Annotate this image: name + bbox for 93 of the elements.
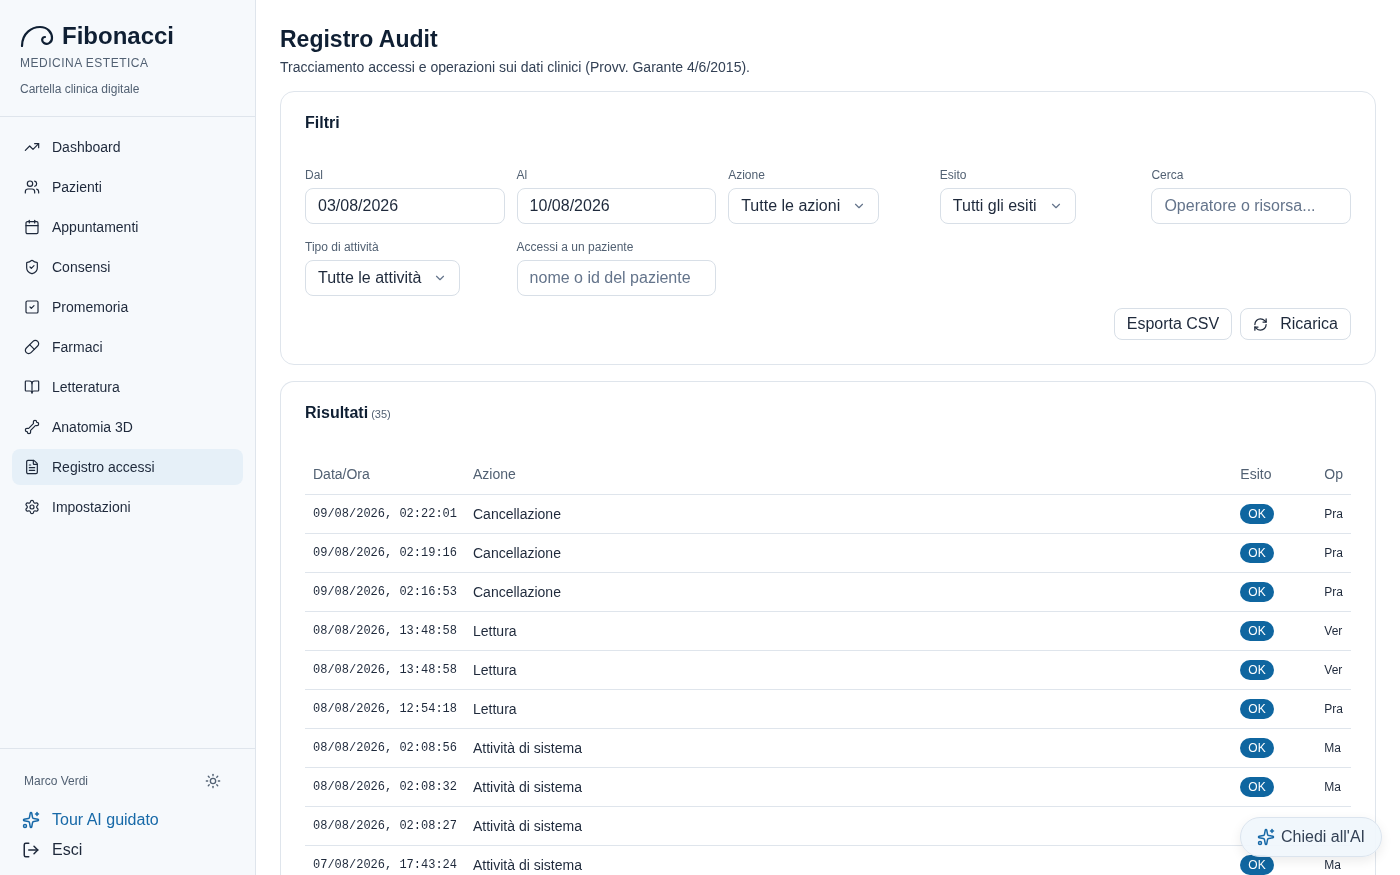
checkbox-icon [24, 299, 40, 315]
table-cell: 09/08/2026, 02:19:16 [305, 534, 465, 573]
table-cell: Cancellazione [465, 495, 1233, 534]
column-header: Esito [1232, 454, 1317, 495]
column-header: Op [1316, 454, 1351, 495]
input-field[interactable]: 10/08/2026 [516, 188, 717, 224]
logout-icon [22, 841, 40, 859]
input-field[interactable]: nome o id del paziente [516, 260, 717, 296]
table-cell: Lettura [465, 651, 1233, 690]
table-cell: Ver [1316, 612, 1351, 651]
nav-item[interactable]: Dashboard [12, 129, 243, 165]
nav-item[interactable]: Appuntamenti [12, 209, 243, 245]
table-cell: 07/08/2026, 17:43:24 [305, 846, 465, 875]
table-cell: 08/08/2026, 13:48:58 [305, 612, 465, 651]
calendar-icon [24, 219, 40, 235]
spiral-logo-icon [20, 25, 54, 47]
table-cell: 09/08/2026, 02:22:01 [305, 495, 465, 534]
tour-link[interactable]: Tour AI guidato [22, 811, 231, 829]
nav-item[interactable]: Letteratura [12, 369, 243, 405]
field-label: Esito [939, 168, 967, 182]
table-cell: Attività di sistema [465, 729, 1233, 768]
status-badge: OK [1240, 543, 1274, 563]
field-label: Tipo di attività [305, 240, 379, 254]
nav-item[interactable]: Consensi [12, 249, 243, 285]
table-cell: 08/08/2026, 02:08:27 [305, 807, 465, 846]
dropdown[interactable]: Tutti gli esiti [939, 188, 1076, 224]
nav-item[interactable]: Impostazioni [12, 489, 243, 525]
table-cell: 08/08/2026, 02:08:56 [305, 729, 465, 768]
nav-item[interactable]: Registro accessi [12, 449, 243, 485]
theme-toggle-icon[interactable] [205, 773, 221, 789]
table-cell: Ma [1316, 729, 1351, 768]
table-cell: Attività di sistema [465, 846, 1233, 875]
brand-tagline: Cartella clinica digitale [20, 82, 141, 96]
table-cell: Attività di sistema [465, 807, 1233, 846]
table-cell: Pra [1316, 690, 1351, 729]
refresh-icon [1253, 316, 1269, 332]
field-label: Accessi a un paziente [516, 240, 634, 254]
column-header: Data/Ora [305, 454, 465, 495]
table-cell: Pra [1316, 534, 1351, 573]
table-cell: 08/08/2026, 12:54:18 [305, 690, 465, 729]
field-label: Al [516, 168, 528, 182]
table-cell: Pra [1316, 495, 1351, 534]
ask-ai-button[interactable]: Chiedi all'AI [1240, 817, 1382, 857]
table-cell: Pra [1316, 573, 1351, 612]
nav-item[interactable]: Anatomia 3D [12, 409, 243, 445]
field-label: Dal [305, 168, 323, 182]
document-icon [24, 459, 40, 475]
table-cell: Lettura [465, 612, 1233, 651]
field-label: Cerca [1151, 168, 1184, 182]
status-badge: OK [1240, 699, 1274, 719]
status-badge: OK [1240, 855, 1274, 875]
user-name: Marco Verdi [24, 774, 89, 788]
page-subtitle: Tracciamento accessi e operazioni sui dati clinici (Provv. Garante 4/6/2015). [280, 59, 751, 75]
table-cell: Cancellazione [465, 534, 1233, 573]
shield-icon [24, 259, 40, 275]
sparkles-icon [22, 811, 40, 829]
nav-item[interactable]: Pazienti [12, 169, 243, 205]
nav-item[interactable]: Farmaci [12, 329, 243, 365]
brand-name: Fibonacci [62, 22, 175, 50]
card-title: Filtri [305, 114, 341, 132]
table-cell: 09/08/2026, 02:16:53 [305, 573, 465, 612]
book-icon [24, 379, 40, 395]
input-field[interactable]: Operatore o risorsa... [1151, 188, 1351, 224]
export-button[interactable]: Esporta CSV [1113, 308, 1233, 340]
nav-item[interactable]: Promemoria [12, 289, 243, 325]
table-cell: 08/08/2026, 02:08:32 [305, 768, 465, 807]
input-field[interactable]: 03/08/2026 [305, 188, 505, 224]
users-icon [24, 179, 40, 195]
status-badge: OK [1240, 504, 1274, 524]
page-title: Registro Audit [280, 26, 439, 53]
dropdown[interactable]: Tutte le azioni [728, 188, 880, 224]
reload-button[interactable]: Ricarica [1240, 308, 1351, 340]
settings-icon [24, 499, 40, 515]
table-cell: Cancellazione [465, 573, 1233, 612]
table-cell: Ma [1316, 768, 1351, 807]
status-badge: OK [1240, 660, 1274, 680]
status-badge: OK [1240, 621, 1274, 641]
column-header: Azione [465, 454, 1233, 495]
dropdown[interactable]: Tutte le attività [305, 260, 461, 296]
table-cell: Attività di sistema [465, 768, 1233, 807]
sparkles-icon [1257, 828, 1275, 846]
table-cell: 08/08/2026, 13:48:58 [305, 651, 465, 690]
table-cell: Lettura [465, 690, 1233, 729]
status-badge: OK [1240, 777, 1274, 797]
card-title: Risultati (35) [305, 404, 392, 422]
bone-icon [24, 419, 40, 435]
status-badge: OK [1240, 582, 1274, 602]
brand-subtitle: MEDICINA ESTETICA [20, 56, 150, 70]
field-label: Azione [728, 168, 765, 182]
table-cell: Ver [1316, 651, 1351, 690]
status-badge: OK [1240, 738, 1274, 758]
logout-link[interactable]: Esci [22, 841, 231, 859]
pill-icon [24, 339, 40, 355]
